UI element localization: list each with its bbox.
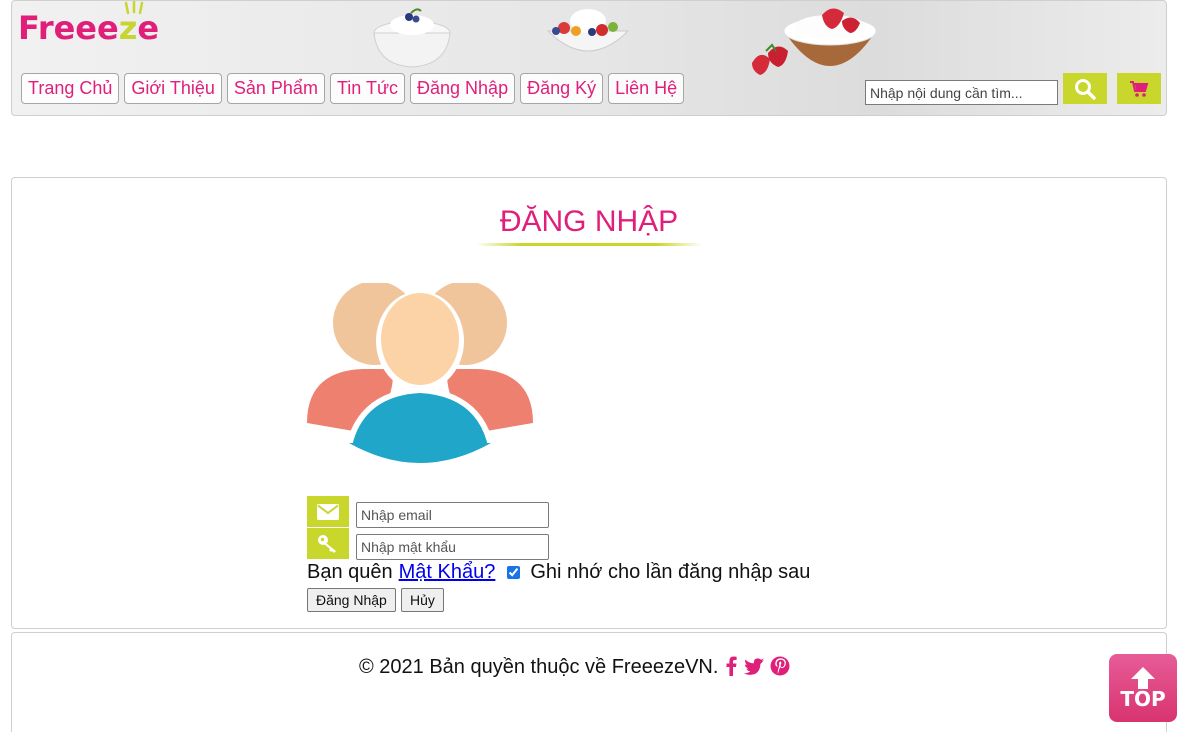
login-submit-button[interactable]: Đăng Nhập xyxy=(307,588,396,612)
arrow-up-icon xyxy=(1131,667,1155,689)
nav-item-home[interactable]: Trang Chủ xyxy=(21,73,120,104)
copyright-text: © 2021 Bản quyền thuộc về FreeezeVN. xyxy=(359,656,719,678)
nav-item-news[interactable]: Tin Tức xyxy=(329,73,406,104)
cart-button[interactable] xyxy=(1117,73,1161,104)
nav-item-products[interactable]: Sản Phẩm xyxy=(226,73,325,104)
header-banner: Freeeze Trang Chủ Giới Thiệu Sản Phẩm Ti… xyxy=(11,0,1167,116)
forgot-prefix-text: Bạn quên xyxy=(307,561,393,583)
search-input[interactable] xyxy=(865,80,1058,105)
pinterest-icon[interactable] xyxy=(770,656,790,676)
cart-icon xyxy=(1130,80,1149,97)
main-nav: Trang Chủ Giới Thiệu Sản Phẩm Tin Tức Đă… xyxy=(21,73,685,104)
nav-item-login[interactable]: Đăng Nhập xyxy=(410,73,516,104)
title-underline xyxy=(476,243,702,246)
twitter-icon[interactable] xyxy=(744,657,764,675)
search-icon xyxy=(1075,78,1096,100)
fruit-bowl-image xyxy=(546,9,630,52)
search-button[interactable] xyxy=(1063,73,1107,104)
cancel-button[interactable]: Hủy xyxy=(401,588,444,612)
footer xyxy=(11,632,1167,732)
nav-item-about[interactable]: Giới Thiệu xyxy=(124,73,222,104)
page-title: ĐĂNG NHẬP xyxy=(499,205,679,238)
forgot-password-link[interactable]: Mật Khẩu? xyxy=(399,561,496,584)
email-field-icon-box xyxy=(307,496,349,527)
strawberry-yogurt-image xyxy=(752,8,877,75)
nav-item-contact[interactable]: Liên Hệ xyxy=(608,73,685,104)
logo-spark-icon xyxy=(124,1,144,15)
social-links xyxy=(726,656,790,676)
yogurt-bowl-image xyxy=(373,8,451,68)
forgot-remember-row: Bạn quên Mật Khẩu? Ghi nhớ cho lần đăng … xyxy=(307,561,810,584)
key-icon xyxy=(318,534,336,553)
email-field[interactable] xyxy=(356,502,549,528)
users-group-icon xyxy=(307,283,533,475)
password-field[interactable] xyxy=(356,534,549,560)
back-to-top-button[interactable]: TOP xyxy=(1109,654,1177,722)
envelope-icon xyxy=(317,503,339,520)
back-to-top-label: TOP xyxy=(1120,687,1166,711)
remember-label: Ghi nhớ cho lần đăng nhập sau xyxy=(530,561,811,583)
remember-checkbox[interactable] xyxy=(507,566,521,579)
facebook-icon[interactable] xyxy=(726,656,737,676)
password-field-icon-box xyxy=(307,528,349,559)
nav-item-register[interactable]: Đăng Ký xyxy=(520,73,604,104)
